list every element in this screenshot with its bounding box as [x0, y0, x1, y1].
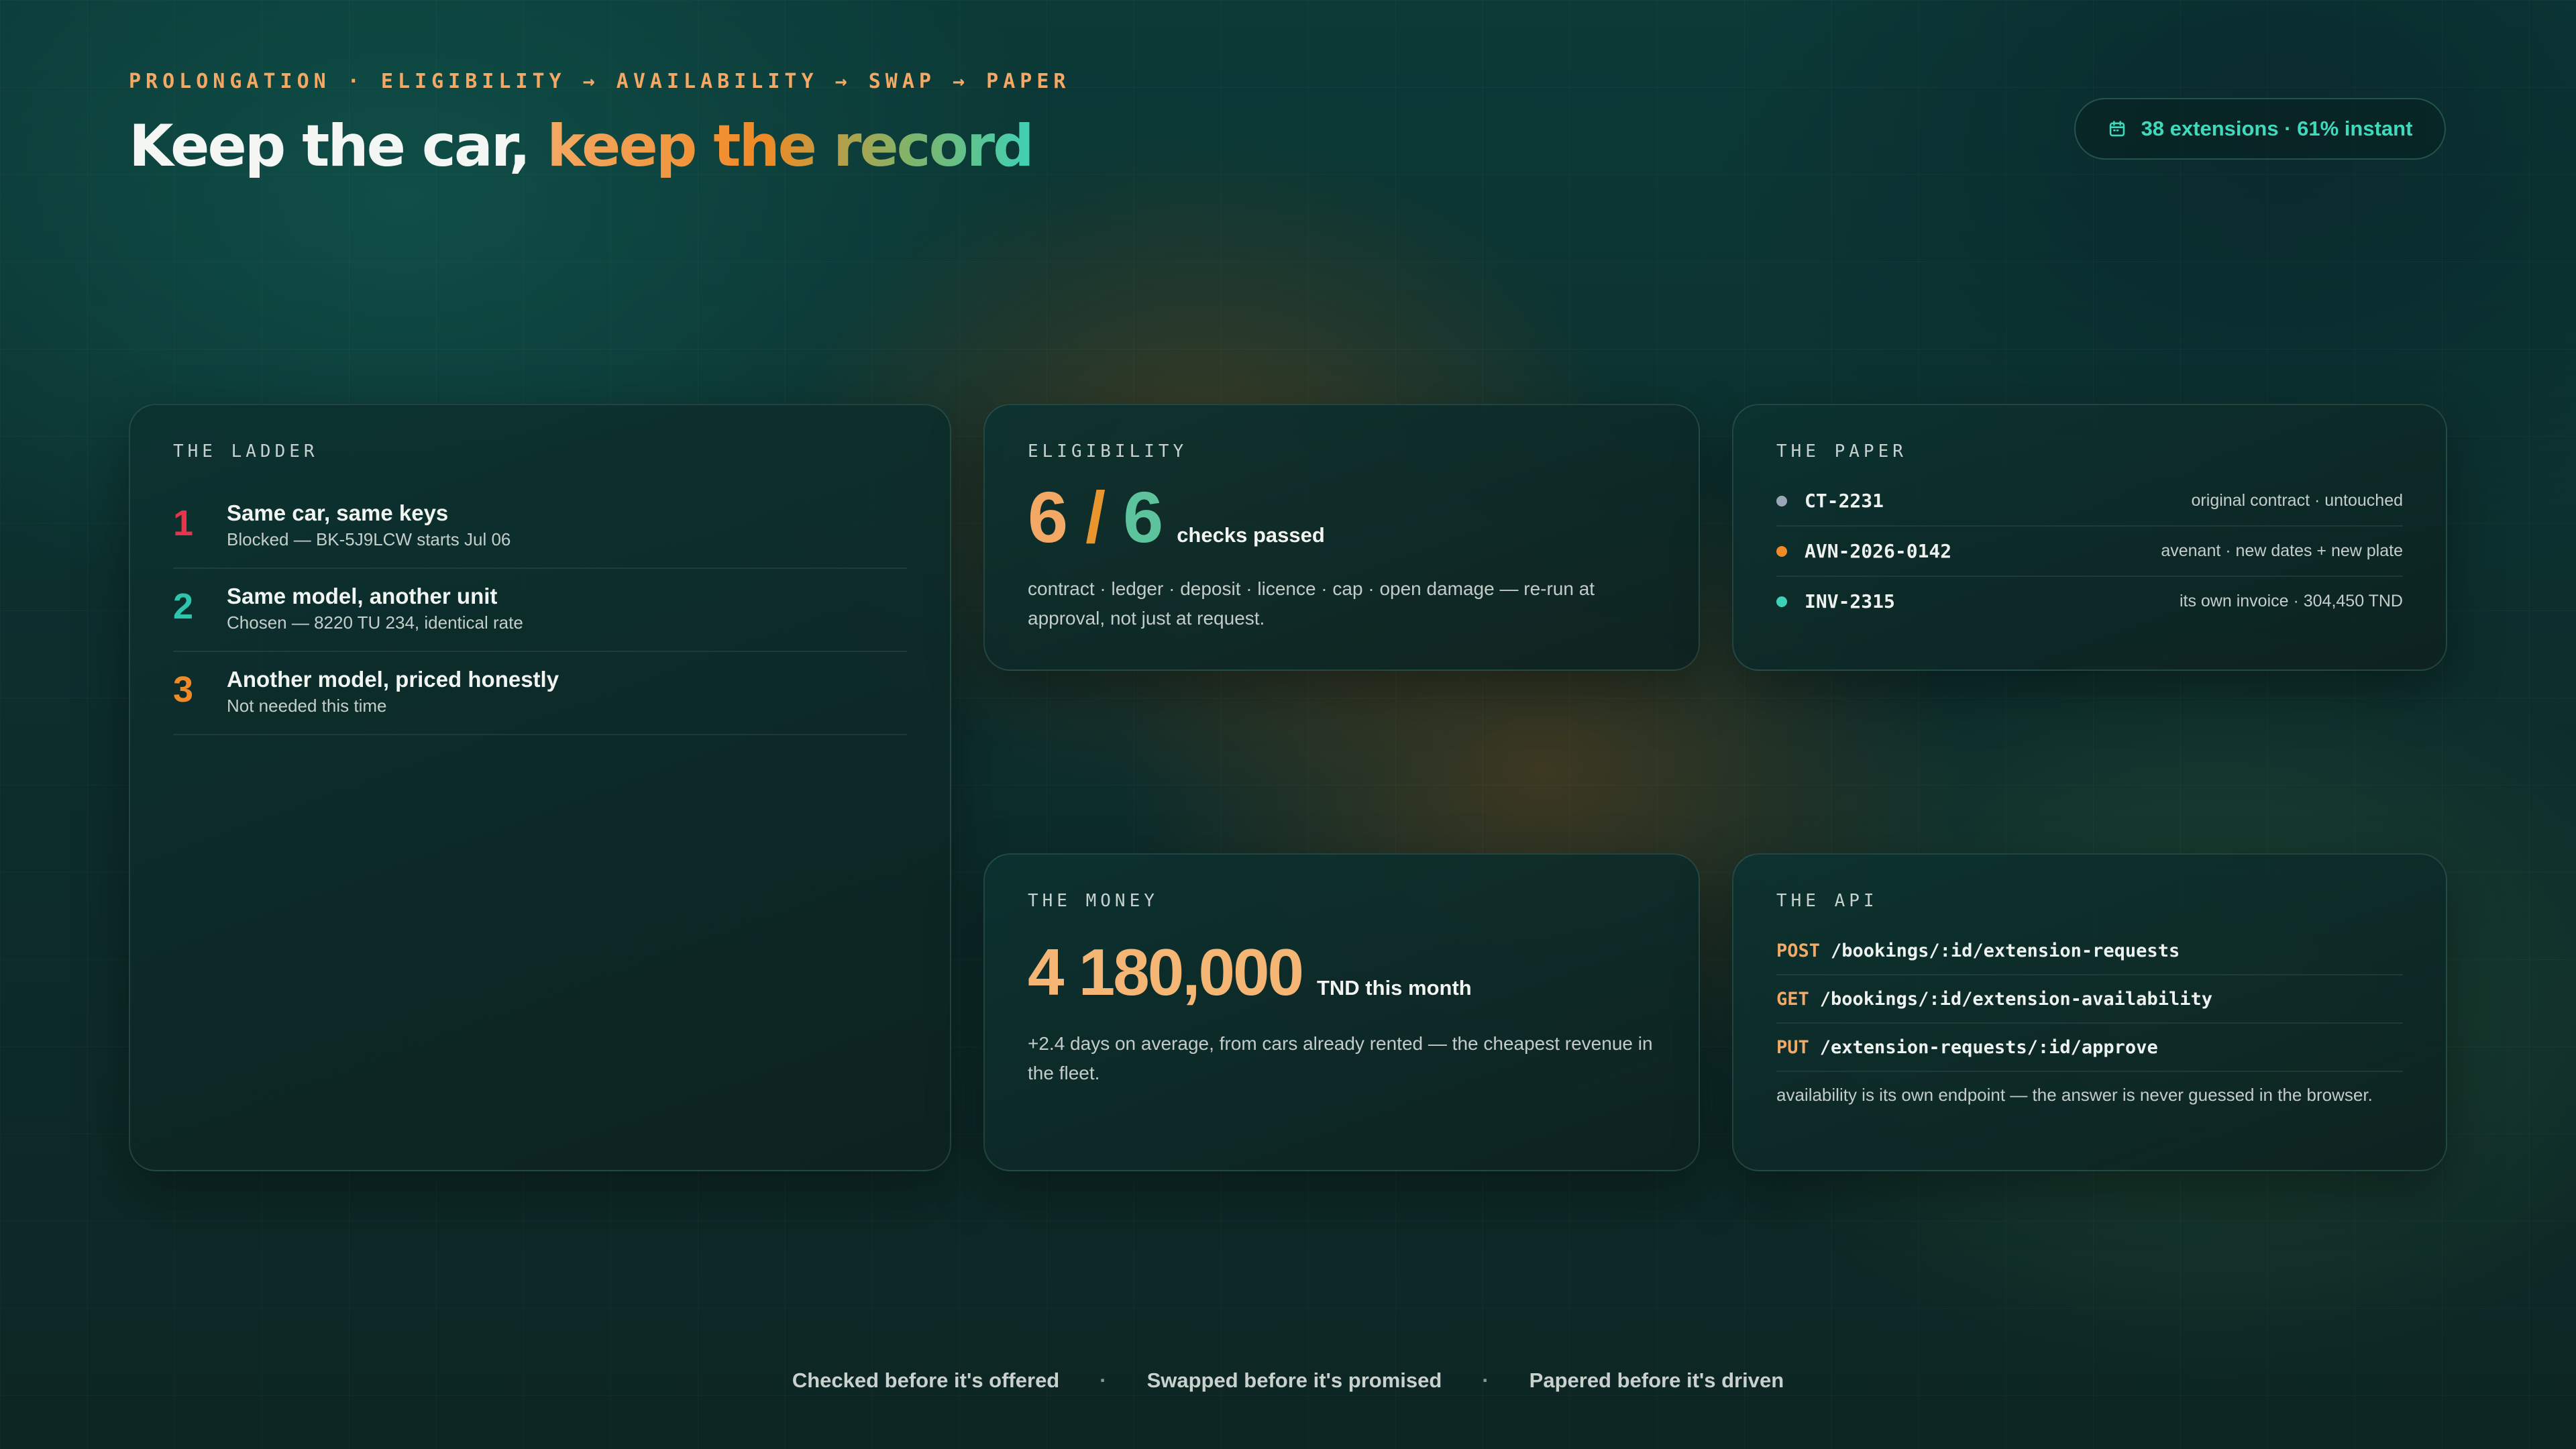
api-endpoint-approve[interactable]: PUT /extension-requests/:id/approve: [1776, 1024, 2403, 1072]
rung-number: 1: [173, 503, 194, 543]
document-code: AVN-2026-0142: [1805, 540, 1952, 562]
endpoint-path: /bookings/:id/extension-requests: [1831, 940, 2180, 961]
paper-card: THE PAPER CT-2231 original contract · un…: [1732, 404, 2447, 671]
api-endpoint-extension-availability[interactable]: GET /bookings/:id/extension-availability: [1776, 975, 2403, 1024]
rung-subtitle: Not needed this time: [227, 696, 387, 716]
ladder-label: THE LADDER: [173, 441, 319, 462]
endpoint-path: /extension-requests/:id/approve: [1819, 1036, 2158, 1058]
rung-title: Same model, another unit: [227, 584, 498, 608]
rung-number: 2: [173, 586, 194, 627]
money-unit: TND this month: [1316, 976, 1472, 1000]
footer-separator: ·: [1482, 1368, 1489, 1392]
footer-item-swapped: Swapped before it's promised: [1146, 1368, 1442, 1392]
checks-unit: checks passed: [1177, 523, 1325, 547]
document-code: INV-2315: [1805, 590, 1895, 612]
checks-slash: /: [1067, 476, 1124, 557]
eligibility-label: ELIGIBILITY: [1028, 441, 1188, 462]
title-plain: Keep the car,: [129, 113, 547, 180]
rung-title: Another model, priced honestly: [227, 667, 559, 692]
http-method: GET: [1776, 988, 1809, 1010]
money-label: THE MONEY: [1028, 891, 1159, 911]
rung-title: Same car, same keys: [227, 500, 449, 525]
endpoint-path: /bookings/:id/extension-availability: [1819, 988, 2212, 1010]
extensions-badge[interactable]: 38 extensions · 61% instant: [2074, 98, 2446, 160]
eligibility-card: ELIGIBILITY 6 / 6 checks passed contract…: [983, 404, 1700, 671]
page-title: Keep the car, keep the record: [129, 113, 1034, 180]
ladder-rung-1[interactable]: 1 Same car, same keys Blocked — BK-5J9LC…: [173, 486, 907, 569]
ladder-card: THE LADDER 1 Same car, same keys Blocked…: [129, 404, 951, 1171]
eligibility-description: contract · ledger · deposit · licence · …: [1028, 578, 1595, 629]
eligibility-score: 6 / 6 checks passed: [1028, 480, 1656, 554]
api-endpoint-extension-requests[interactable]: POST /bookings/:id/extension-requests: [1776, 927, 2403, 975]
paper-row-avenant[interactable]: AVN-2026-0142 avenant · new dates + new …: [1776, 527, 2403, 577]
title-accent: keep the record: [547, 113, 1034, 180]
money-description: +2.4 days on average, from cars already …: [1028, 1033, 1653, 1083]
footer-separator: ·: [1099, 1368, 1107, 1392]
api-label: THE API: [1776, 891, 1878, 911]
document-note: its own invoice · 304,450 TND: [2179, 592, 2403, 610]
rung-subtitle: Chosen — 8220 TU 234, identical rate: [227, 612, 523, 633]
checks-total: 6: [1123, 476, 1163, 557]
extensions-badge-text: 38 extensions · 61% instant: [2141, 117, 2413, 140]
kicker-breadcrumb: PROLONGATION · ELIGIBILITY → AVAILABILIT…: [129, 70, 1071, 93]
document-note: original contract · untouched: [2191, 491, 2403, 510]
http-method: PUT: [1776, 1036, 1809, 1058]
money-card: THE MONEY 4 180,000 TND this month +2.4 …: [983, 853, 1700, 1171]
rung-number: 3: [173, 669, 194, 710]
checks-count: 6 / 6: [1028, 480, 1163, 554]
paper-label: THE PAPER: [1776, 441, 1907, 462]
checks-passed: 6: [1028, 476, 1068, 557]
document-code: CT-2231: [1805, 490, 1884, 512]
ladder-rung-2[interactable]: 2 Same model, another unit Chosen — 8220…: [173, 569, 907, 652]
money-amount: 4 180,000: [1028, 935, 1304, 1009]
calendar-icon: [2109, 121, 2125, 137]
status-dot: [1776, 596, 1787, 607]
status-dot: [1776, 495, 1787, 506]
paper-row-contract[interactable]: CT-2231 original contract · untouched: [1776, 476, 2403, 527]
api-card: THE API POST /bookings/:id/extension-req…: [1732, 853, 2447, 1171]
paper-row-invoice[interactable]: INV-2315 its own invoice · 304,450 TND: [1776, 577, 2403, 626]
status-dot: [1776, 545, 1787, 557]
api-note: availability is its own endpoint — the a…: [1776, 1085, 2373, 1105]
document-note: avenant · new dates + new plate: [2161, 541, 2403, 560]
rung-subtitle: Blocked — BK-5J9LCW starts Jul 06: [227, 529, 511, 549]
footer-item-papered: Papered before it's driven: [1529, 1368, 1784, 1392]
footer-item-checked: Checked before it's offered: [792, 1368, 1060, 1392]
http-method: POST: [1776, 940, 1821, 961]
paper-list: CT-2231 original contract · untouched AV…: [1776, 476, 2403, 626]
api-endpoint-list: POST /bookings/:id/extension-requests GE…: [1776, 927, 2403, 1072]
ladder-list: 1 Same car, same keys Blocked — BK-5J9LC…: [173, 486, 907, 735]
footer-tagline: Checked before it's offered · Swapped be…: [0, 1368, 2576, 1393]
ladder-rung-3[interactable]: 3 Another model, priced honestly Not nee…: [173, 652, 907, 735]
money-amount-row: 4 180,000 TND this month: [1028, 935, 1656, 1009]
